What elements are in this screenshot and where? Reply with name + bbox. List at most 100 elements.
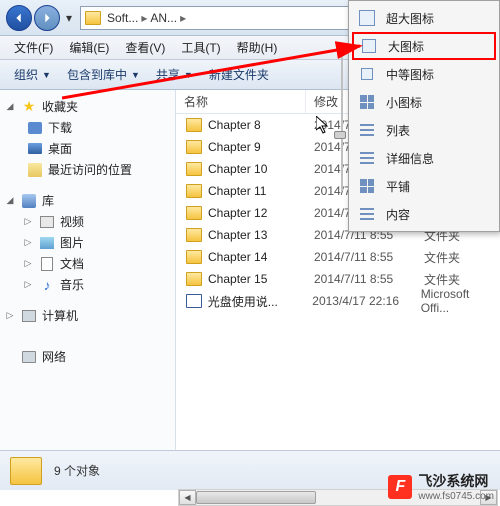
sidebar-computer[interactable]: ▷ 计算机 <box>0 305 175 326</box>
library-icon <box>22 194 36 208</box>
menu-file[interactable]: 文件(F) <box>6 37 61 58</box>
folder-icon <box>10 457 42 485</box>
scroll-left-button[interactable]: ◀ <box>179 490 196 505</box>
back-button[interactable] <box>6 5 32 31</box>
download-icon <box>28 122 42 134</box>
status-text: 9 个对象 <box>54 462 100 479</box>
content-icon <box>360 208 374 220</box>
nav-history-dropdown[interactable]: ▾ <box>62 5 76 31</box>
folder-icon <box>186 162 202 176</box>
expand-icon[interactable]: ▷ <box>4 310 16 322</box>
forward-button[interactable] <box>34 5 60 31</box>
folder-icon <box>186 184 202 198</box>
watermark-title: 飞沙系统网 <box>418 471 494 491</box>
large-icon <box>362 39 376 53</box>
expand-icon[interactable] <box>4 351 16 363</box>
chevron-right-icon[interactable]: ▸ <box>179 11 187 25</box>
view-size-slider[interactable] <box>337 51 347 191</box>
sidebar-item-videos[interactable]: ▷ 视频 <box>0 211 175 232</box>
scroll-thumb[interactable] <box>196 491 316 504</box>
folder-icon <box>186 272 202 286</box>
expand-icon[interactable]: ▷ <box>22 216 34 228</box>
view-medium[interactable]: 中等图标 <box>352 60 496 88</box>
file-name: Chapter 13 <box>208 228 314 242</box>
tiles-icon <box>360 179 374 193</box>
file-name: 光盘使用说... <box>208 293 312 310</box>
address-segment[interactable]: Soft... <box>105 11 140 25</box>
folder-icon <box>186 250 202 264</box>
file-type: Microsoft Offi... <box>421 287 500 315</box>
view-small[interactable]: 小图标 <box>352 88 496 116</box>
sidebar-item-pictures[interactable]: ▷ 图片 <box>0 232 175 253</box>
view-content[interactable]: 内容 <box>352 200 496 228</box>
file-name: Chapter 15 <box>208 272 314 286</box>
watermark-url: www.fs0745.com <box>418 491 494 502</box>
slider-thumb[interactable] <box>334 131 346 139</box>
file-row[interactable]: Chapter 142014/7/11 8:55文件夹 <box>176 246 500 268</box>
file-name: Chapter 12 <box>208 206 314 220</box>
network-icon <box>22 351 36 363</box>
medium-icon <box>361 68 373 80</box>
watermark-logo: F <box>388 475 412 499</box>
sidebar-item-desktop[interactable]: 桌面 <box>0 138 175 159</box>
recent-icon <box>28 163 42 177</box>
chevron-right-icon[interactable]: ▸ <box>140 11 148 25</box>
document-icon <box>41 257 53 271</box>
desktop-icon <box>28 143 42 154</box>
expand-icon[interactable]: ▷ <box>22 279 34 291</box>
share-button[interactable]: 共享▼ <box>148 63 201 86</box>
video-icon <box>40 216 54 228</box>
extralarge-icon <box>359 10 375 26</box>
computer-icon <box>22 310 36 322</box>
view-large[interactable]: 大图标 <box>352 32 496 60</box>
folder-icon <box>186 140 202 154</box>
view-extralarge[interactable]: 超大图标 <box>352 4 496 32</box>
sidebar-item-music[interactable]: ▷ ♪ 音乐 <box>0 274 175 295</box>
file-date: 2014/7/11 8:55 <box>314 250 424 264</box>
file-date: 2013/4/17 22:16 <box>312 294 420 308</box>
sidebar-favorites[interactable]: ◢ ★ 收藏夹 <box>0 96 175 117</box>
small-icon <box>360 95 374 109</box>
file-name: Chapter 14 <box>208 250 314 264</box>
sidebar: ◢ ★ 收藏夹 下载 桌面 最近访问的位置 <box>0 90 176 450</box>
sidebar-item-documents[interactable]: ▷ 文档 <box>0 253 175 274</box>
include-button[interactable]: 包含到库中▼ <box>59 63 148 86</box>
watermark: F 飞沙系统网 www.fs0745.com <box>388 471 494 502</box>
folder-icon <box>186 118 202 132</box>
file-name: Chapter 9 <box>208 140 314 154</box>
address-segment[interactable]: AN... <box>148 11 179 25</box>
view-menu-popup: 超大图标 大图标 中等图标 小图标 列表 详细信息 平铺 内容 <box>348 0 500 232</box>
file-type: 文件夹 <box>424 271 460 288</box>
collapse-icon[interactable]: ◢ <box>4 101 16 113</box>
menu-view[interactable]: 查看(V) <box>117 37 173 58</box>
collapse-icon[interactable]: ◢ <box>4 195 16 207</box>
expand-icon[interactable]: ▷ <box>22 258 34 270</box>
column-name[interactable]: 名称 <box>176 90 306 113</box>
folder-icon <box>186 206 202 220</box>
music-icon: ♪ <box>39 277 55 293</box>
word-icon <box>186 294 202 308</box>
expand-icon[interactable]: ▷ <box>22 237 34 249</box>
sidebar-item-downloads[interactable]: 下载 <box>0 117 175 138</box>
file-type: 文件夹 <box>424 249 460 266</box>
view-tiles[interactable]: 平铺 <box>352 172 496 200</box>
menu-edit[interactable]: 编辑(E) <box>61 37 117 58</box>
star-icon: ★ <box>21 99 37 115</box>
file-date: 2014/7/11 8:55 <box>314 272 424 286</box>
sidebar-network[interactable]: 网络 <box>0 346 175 367</box>
sidebar-libraries[interactable]: ◢ 库 <box>0 190 175 211</box>
list-icon <box>360 124 374 136</box>
file-row[interactable]: 光盘使用说...2013/4/17 22:16Microsoft Offi... <box>176 290 500 312</box>
view-list[interactable]: 列表 <box>352 116 496 144</box>
picture-icon <box>40 237 54 249</box>
folder-icon <box>186 228 202 242</box>
details-icon <box>360 152 374 164</box>
menu-help[interactable]: 帮助(H) <box>229 37 286 58</box>
sidebar-item-recent[interactable]: 最近访问的位置 <box>0 159 175 180</box>
file-name: Chapter 10 <box>208 162 314 176</box>
organize-button[interactable]: 组织▼ <box>6 63 59 86</box>
view-details[interactable]: 详细信息 <box>352 144 496 172</box>
file-name: Chapter 11 <box>208 184 314 198</box>
newfolder-button[interactable]: 新建文件夹 <box>201 63 277 86</box>
menu-tools[interactable]: 工具(T) <box>173 37 228 58</box>
